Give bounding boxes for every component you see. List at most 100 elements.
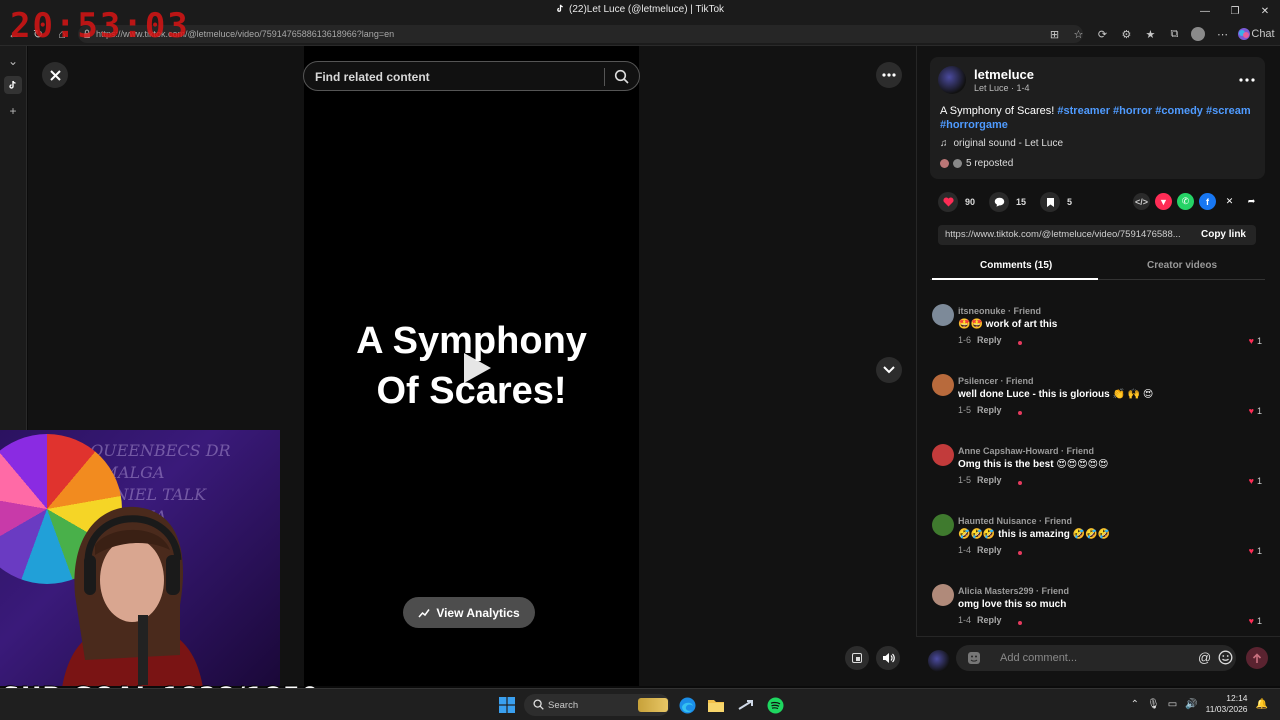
reply-button[interactable]: Reply	[977, 405, 1002, 415]
commenter-avatar[interactable]	[932, 374, 954, 396]
add-comment-input[interactable]: Add comment... @	[956, 645, 1236, 671]
bookmark-icon	[1046, 197, 1054, 207]
tab-creator-videos[interactable]: Creator videos	[1147, 260, 1217, 271]
comment-like-button[interactable]: ♥ 1	[1249, 476, 1262, 486]
chevron-down-icon[interactable]: ⌄	[4, 52, 22, 70]
collections-icon[interactable]: ⧉	[1165, 25, 1183, 43]
taskbar-clock[interactable]: 12:14 11/03/2026	[1206, 693, 1248, 715]
reply-button[interactable]: Reply	[977, 615, 1002, 625]
share-link-box: https://www.tiktok.com/@letmeluce/video/…	[938, 225, 1256, 245]
profile-avatar[interactable]	[1189, 25, 1207, 43]
share-arrow-icon[interactable]: ➦	[1243, 193, 1260, 210]
windows-start-icon[interactable]	[499, 697, 515, 713]
comment-count: 15	[1016, 197, 1027, 207]
microphone-icon[interactable]: 🎙	[1147, 699, 1160, 710]
facebook-icon[interactable]: f	[1199, 193, 1216, 210]
share-link-text[interactable]: https://www.tiktok.com/@letmeluce/video/…	[945, 229, 1190, 240]
post-comment-button[interactable]	[1246, 647, 1268, 669]
close-video-button[interactable]	[42, 62, 68, 88]
whatsapp-icon[interactable]: ✆	[1177, 193, 1194, 210]
sound-link[interactable]: ♫ original sound - Let Luce	[940, 138, 1063, 149]
comment-composer: Add comment... @	[916, 636, 1280, 686]
floating-player-button[interactable]	[845, 646, 869, 670]
notifications-bell-icon[interactable]: 🔔	[1256, 699, 1268, 710]
extensions-icon[interactable]: ⚙	[1117, 25, 1135, 43]
comment-like-button[interactable]: ♥ 1	[1249, 336, 1262, 346]
settings-more-icon[interactable]: ⋯	[1213, 25, 1231, 43]
like-button[interactable]: 90	[938, 192, 975, 212]
comment-like-button[interactable]: ♥ 1	[1249, 616, 1262, 626]
play-icon[interactable]	[458, 350, 494, 386]
steam-icon[interactable]	[735, 695, 755, 715]
hashtag-link[interactable]: #streamer	[1057, 105, 1110, 117]
hashtag-link[interactable]: #horror	[1113, 105, 1152, 117]
copy-link-button[interactable]: Copy link	[1201, 229, 1246, 240]
volume-icon[interactable]: 🔊	[1185, 699, 1197, 710]
comment-like-button[interactable]: ♥ 1	[1249, 546, 1262, 556]
more-dots-icon	[882, 73, 896, 77]
url-field[interactable]: https://www.tiktok.com/@letmeluce/video/…	[78, 25, 1083, 43]
mention-icon[interactable]: @	[1198, 650, 1211, 665]
author-avatar[interactable]	[938, 66, 966, 94]
restore-button[interactable]: ❐	[1220, 0, 1250, 22]
emoji-icon[interactable]	[1218, 650, 1233, 665]
commenter-avatar[interactable]	[932, 304, 954, 326]
favorites-icon[interactable]: ★	[1141, 25, 1159, 43]
commenter-name[interactable]: Alicia Masters299 · Friend	[958, 586, 1069, 596]
comment-item: Haunted Nuisance · Friend 🤣🤣🤣 this is am…	[930, 510, 1265, 580]
commenter-name[interactable]: Anne Capshaw-Howard · Friend	[958, 446, 1094, 456]
spotify-icon[interactable]	[765, 695, 785, 715]
next-video-button[interactable]	[876, 357, 902, 383]
save-button[interactable]: 5	[1040, 192, 1072, 212]
reply-button[interactable]: Reply	[977, 475, 1002, 485]
related-search-input[interactable]: Find related content	[303, 61, 640, 91]
taskbar-search[interactable]: Search	[524, 694, 670, 716]
reply-button[interactable]: Reply	[977, 545, 1002, 555]
commenter-avatar[interactable]	[932, 444, 954, 466]
network-icon[interactable]: ▭	[1168, 699, 1177, 710]
volume-button[interactable]	[876, 646, 900, 670]
search-divider	[604, 68, 605, 86]
comment-like-count: 1	[1256, 406, 1262, 416]
extension-refresh-icon[interactable]: ⟳	[1093, 25, 1111, 43]
repost-avatar	[940, 159, 949, 168]
sound-label: original sound - Let Luce	[953, 138, 1064, 149]
tab-comments[interactable]: Comments (15)	[980, 260, 1052, 271]
video-more-button[interactable]	[876, 62, 902, 88]
close-window-button[interactable]: ✕	[1250, 0, 1280, 22]
commenter-name[interactable]: Haunted Nuisance · Friend	[958, 516, 1072, 526]
embed-icon[interactable]: </>	[1133, 193, 1150, 210]
new-tab-icon[interactable]: +	[4, 102, 22, 120]
search-placeholder: Find related content	[315, 70, 430, 84]
reply-button[interactable]: Reply	[977, 335, 1002, 345]
chevron-up-icon[interactable]: ⌃	[1131, 699, 1139, 710]
x-twitter-icon[interactable]: ✕	[1221, 193, 1238, 210]
commenter-avatar[interactable]	[932, 514, 954, 536]
search-icon[interactable]	[614, 69, 629, 84]
reposted-info[interactable]: 5 reposted	[940, 158, 1013, 169]
author-more-icon[interactable]	[1238, 72, 1256, 88]
hashtag-link[interactable]: #comedy	[1155, 105, 1203, 117]
comment-button[interactable]: 15	[989, 192, 1026, 212]
comment-like-count: 1	[1256, 336, 1262, 346]
copilot-chat-button[interactable]: Chat	[1237, 25, 1275, 43]
file-explorer-icon[interactable]	[706, 695, 726, 715]
comment-like-button[interactable]: ♥ 1	[1249, 406, 1262, 416]
send-to-friends-icon[interactable]: ▼	[1155, 193, 1172, 210]
tab-tiktok[interactable]	[4, 76, 22, 94]
hashtag-link[interactable]: #horrorgame	[940, 119, 1008, 131]
edge-browser-icon[interactable]	[677, 695, 697, 715]
minimize-button[interactable]: —	[1190, 0, 1220, 22]
gif-sticker-icon[interactable]	[967, 651, 981, 665]
author-handle[interactable]: letmeluce	[974, 67, 1034, 82]
favorite-star-icon[interactable]: ☆	[1069, 25, 1087, 43]
commenter-name[interactable]: Psilencer · Friend	[958, 376, 1034, 386]
comment-date: 1-4	[958, 545, 972, 555]
commenter-name[interactable]: itsneonuke · Friend	[958, 306, 1041, 316]
view-analytics-button[interactable]: View Analytics	[403, 597, 535, 628]
clock-date: 11/03/2026	[1205, 704, 1248, 714]
hashtag-link[interactable]: #scream	[1206, 105, 1251, 117]
app-available-icon[interactable]: ⊞	[1045, 25, 1063, 43]
commenter-avatar[interactable]	[932, 584, 954, 606]
clock-time: 12:14	[1226, 693, 1248, 703]
